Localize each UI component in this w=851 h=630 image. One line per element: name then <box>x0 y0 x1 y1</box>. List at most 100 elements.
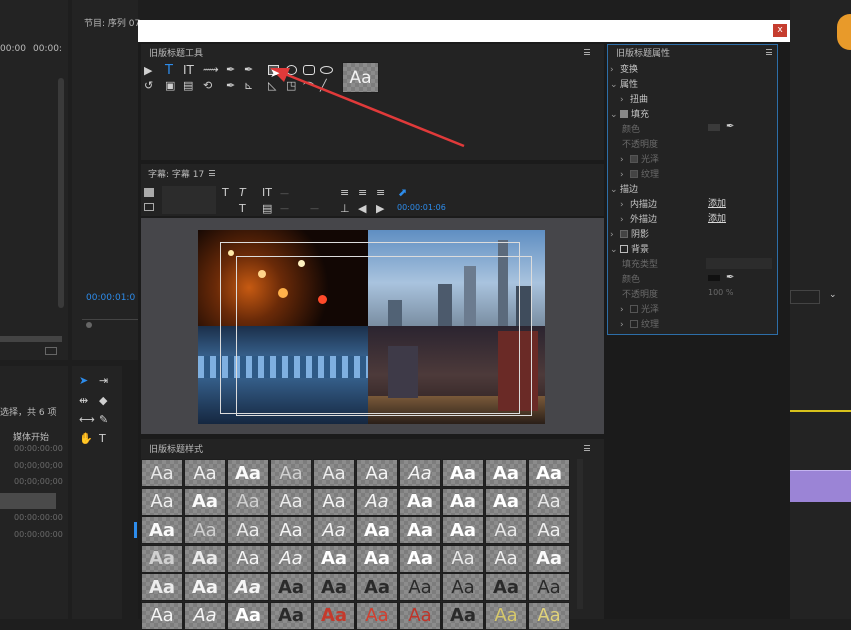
bold-icon[interactable]: T <box>222 186 229 199</box>
dropdown-field[interactable] <box>790 290 820 304</box>
hand-icon[interactable]: ✋ <box>79 432 93 445</box>
title-style-swatch[interactable]: Aa <box>313 601 355 630</box>
eyedropper-icon[interactable]: ✒ <box>726 121 734 132</box>
underline-icon[interactable]: T <box>239 202 246 215</box>
title-style-swatch[interactable]: Aa <box>184 601 226 630</box>
title-style-swatch[interactable]: Aa <box>227 516 269 544</box>
title-style-swatch[interactable]: Aa <box>528 573 570 601</box>
tab-stops-icon[interactable]: ⊥ <box>340 202 350 215</box>
styles-panel-menu-icon[interactable] <box>584 445 590 451</box>
font-size-icon[interactable]: IT <box>262 186 272 199</box>
title-style-swatch[interactable]: Aa <box>485 487 527 516</box>
title-style-swatch[interactable]: Aa <box>184 544 226 573</box>
outer-stroke-row[interactable]: › 外描边 <box>620 212 657 227</box>
inner-stroke-row[interactable]: › 内描边 <box>620 197 657 212</box>
title-style-swatch[interactable]: Aa <box>356 544 398 573</box>
title-style-swatch[interactable]: Aa <box>442 601 484 630</box>
title-style-swatch[interactable]: Aa <box>528 487 570 516</box>
title-style-swatch[interactable]: Aa <box>399 459 441 487</box>
vertical-area-type-icon[interactable]: ▤ <box>183 79 193 92</box>
transform-row[interactable]: › 变换 <box>610 62 638 77</box>
title-style-swatch[interactable]: Aa <box>442 544 484 573</box>
title-style-swatch[interactable]: Aa <box>399 601 441 630</box>
title-style-swatch[interactable]: Aa <box>356 487 398 516</box>
title-style-swatch[interactable]: Aa <box>270 573 312 601</box>
title-style-swatch[interactable]: Aa <box>399 487 441 516</box>
razor-icon[interactable]: ◆ <box>99 394 107 407</box>
type-tool-icon-2[interactable]: T <box>165 63 173 78</box>
title-style-swatch[interactable]: Aa <box>227 601 269 630</box>
track-select-icon[interactable]: ⇥ <box>99 374 108 387</box>
italic-icon[interactable]: T <box>239 186 246 199</box>
title-style-swatch[interactable]: Aa <box>270 459 312 487</box>
title-style-swatch[interactable]: Aa <box>485 573 527 601</box>
title-style-swatch[interactable]: Aa <box>141 516 183 544</box>
title-style-swatch[interactable]: Aa <box>399 544 441 573</box>
area-type-icon[interactable]: ▣ <box>165 79 175 92</box>
export-frame-icon[interactable] <box>45 347 57 355</box>
vertical-path-type-icon[interactable]: ⟲ <box>203 79 212 92</box>
title-style-swatch[interactable]: Aa <box>313 516 355 544</box>
title-style-swatch[interactable]: Aa <box>313 573 355 601</box>
add-outer-stroke-link[interactable]: 添加 <box>708 211 726 224</box>
title-style-swatch[interactable]: Aa <box>485 544 527 573</box>
path-type-icon[interactable]: ⟿ <box>203 63 219 76</box>
title-style-swatch[interactable]: Aa <box>442 459 484 487</box>
distort-row[interactable]: › 扭曲 <box>620 92 648 107</box>
delete-anchor-icon[interactable]: ✒ <box>226 79 235 92</box>
show-background-icon[interactable]: ◀ <box>358 202 366 215</box>
title-style-swatch[interactable]: Aa <box>227 459 269 487</box>
convert-anchor-icon[interactable]: ⊾ <box>244 79 253 92</box>
background-row[interactable]: ⌄ 背景 <box>610 242 649 257</box>
selection-tool-icon[interactable]: ➤ <box>79 374 88 387</box>
playhead-marker[interactable] <box>86 322 92 328</box>
title-style-swatch[interactable]: Aa <box>356 459 398 487</box>
title-style-swatch[interactable]: Aa <box>313 544 355 573</box>
roll-crawl-icon[interactable] <box>144 203 154 211</box>
title-style-swatch[interactable]: Aa <box>184 573 226 601</box>
title-style-swatch[interactable]: Aa <box>184 487 226 516</box>
bg-eyedropper-icon[interactable]: ✒ <box>726 272 734 283</box>
kerning-icon[interactable]: ▤ <box>262 202 272 215</box>
title-style-swatch[interactable]: Aa <box>485 459 527 487</box>
subtitle-menu-icon[interactable] <box>209 170 215 176</box>
styles-scrollbar[interactable] <box>577 459 583 609</box>
title-style-swatch[interactable]: Aa <box>313 487 355 516</box>
left-scrollbar[interactable] <box>58 78 64 308</box>
close-button[interactable]: x <box>773 24 787 37</box>
properties-row[interactable]: ⌄ 属性 <box>610 77 638 92</box>
add-inner-stroke-link[interactable]: 添加 <box>708 196 726 209</box>
title-style-swatch[interactable]: Aa <box>528 601 570 630</box>
title-style-swatch[interactable]: Aa <box>442 573 484 601</box>
title-select-tool-icon[interactable]: ▶ <box>144 64 152 77</box>
title-style-swatch[interactable]: Aa <box>399 573 441 601</box>
title-style-swatch[interactable]: Aa <box>227 544 269 573</box>
title-style-swatch[interactable]: Aa <box>528 544 570 573</box>
align-center-icon[interactable]: ≡ <box>358 186 367 199</box>
title-style-swatch[interactable]: Aa <box>313 459 355 487</box>
vertical-type-icon[interactable]: IT <box>183 63 194 77</box>
ripple-edit-icon[interactable]: ⇹ <box>79 394 88 407</box>
title-style-swatch[interactable]: Aa <box>141 601 183 630</box>
title-style-swatch[interactable]: Aa <box>270 601 312 630</box>
strokes-row[interactable]: ⌄ 描边 <box>610 182 638 197</box>
fill-color-swatch[interactable] <box>708 124 720 131</box>
title-style-swatch[interactable]: Aa <box>528 459 570 487</box>
title-style-swatch[interactable]: Aa <box>442 487 484 516</box>
fill-row[interactable]: ⌄ 填充 <box>610 107 649 122</box>
title-style-swatch[interactable]: Aa <box>399 516 441 544</box>
font-family-field[interactable] <box>162 186 216 214</box>
add-anchor-icon[interactable]: ✒ <box>244 63 253 76</box>
title-style-swatch[interactable]: Aa <box>141 573 183 601</box>
title-style-swatch[interactable]: Aa <box>184 459 226 487</box>
title-style-swatch[interactable]: Aa <box>270 516 312 544</box>
timeline-clip[interactable] <box>790 470 851 502</box>
align-left-icon[interactable]: ≡ <box>340 186 349 199</box>
title-style-swatch[interactable]: Aa <box>141 487 183 516</box>
title-style-swatch[interactable]: Aa <box>270 487 312 516</box>
show-video-icon[interactable]: ▶ <box>376 202 384 215</box>
title-style-swatch[interactable]: Aa <box>528 516 570 544</box>
title-style-swatch[interactable]: Aa <box>227 487 269 516</box>
template-icon[interactable]: ⬈ <box>398 186 407 199</box>
title-style-swatch[interactable]: Aa <box>485 601 527 630</box>
